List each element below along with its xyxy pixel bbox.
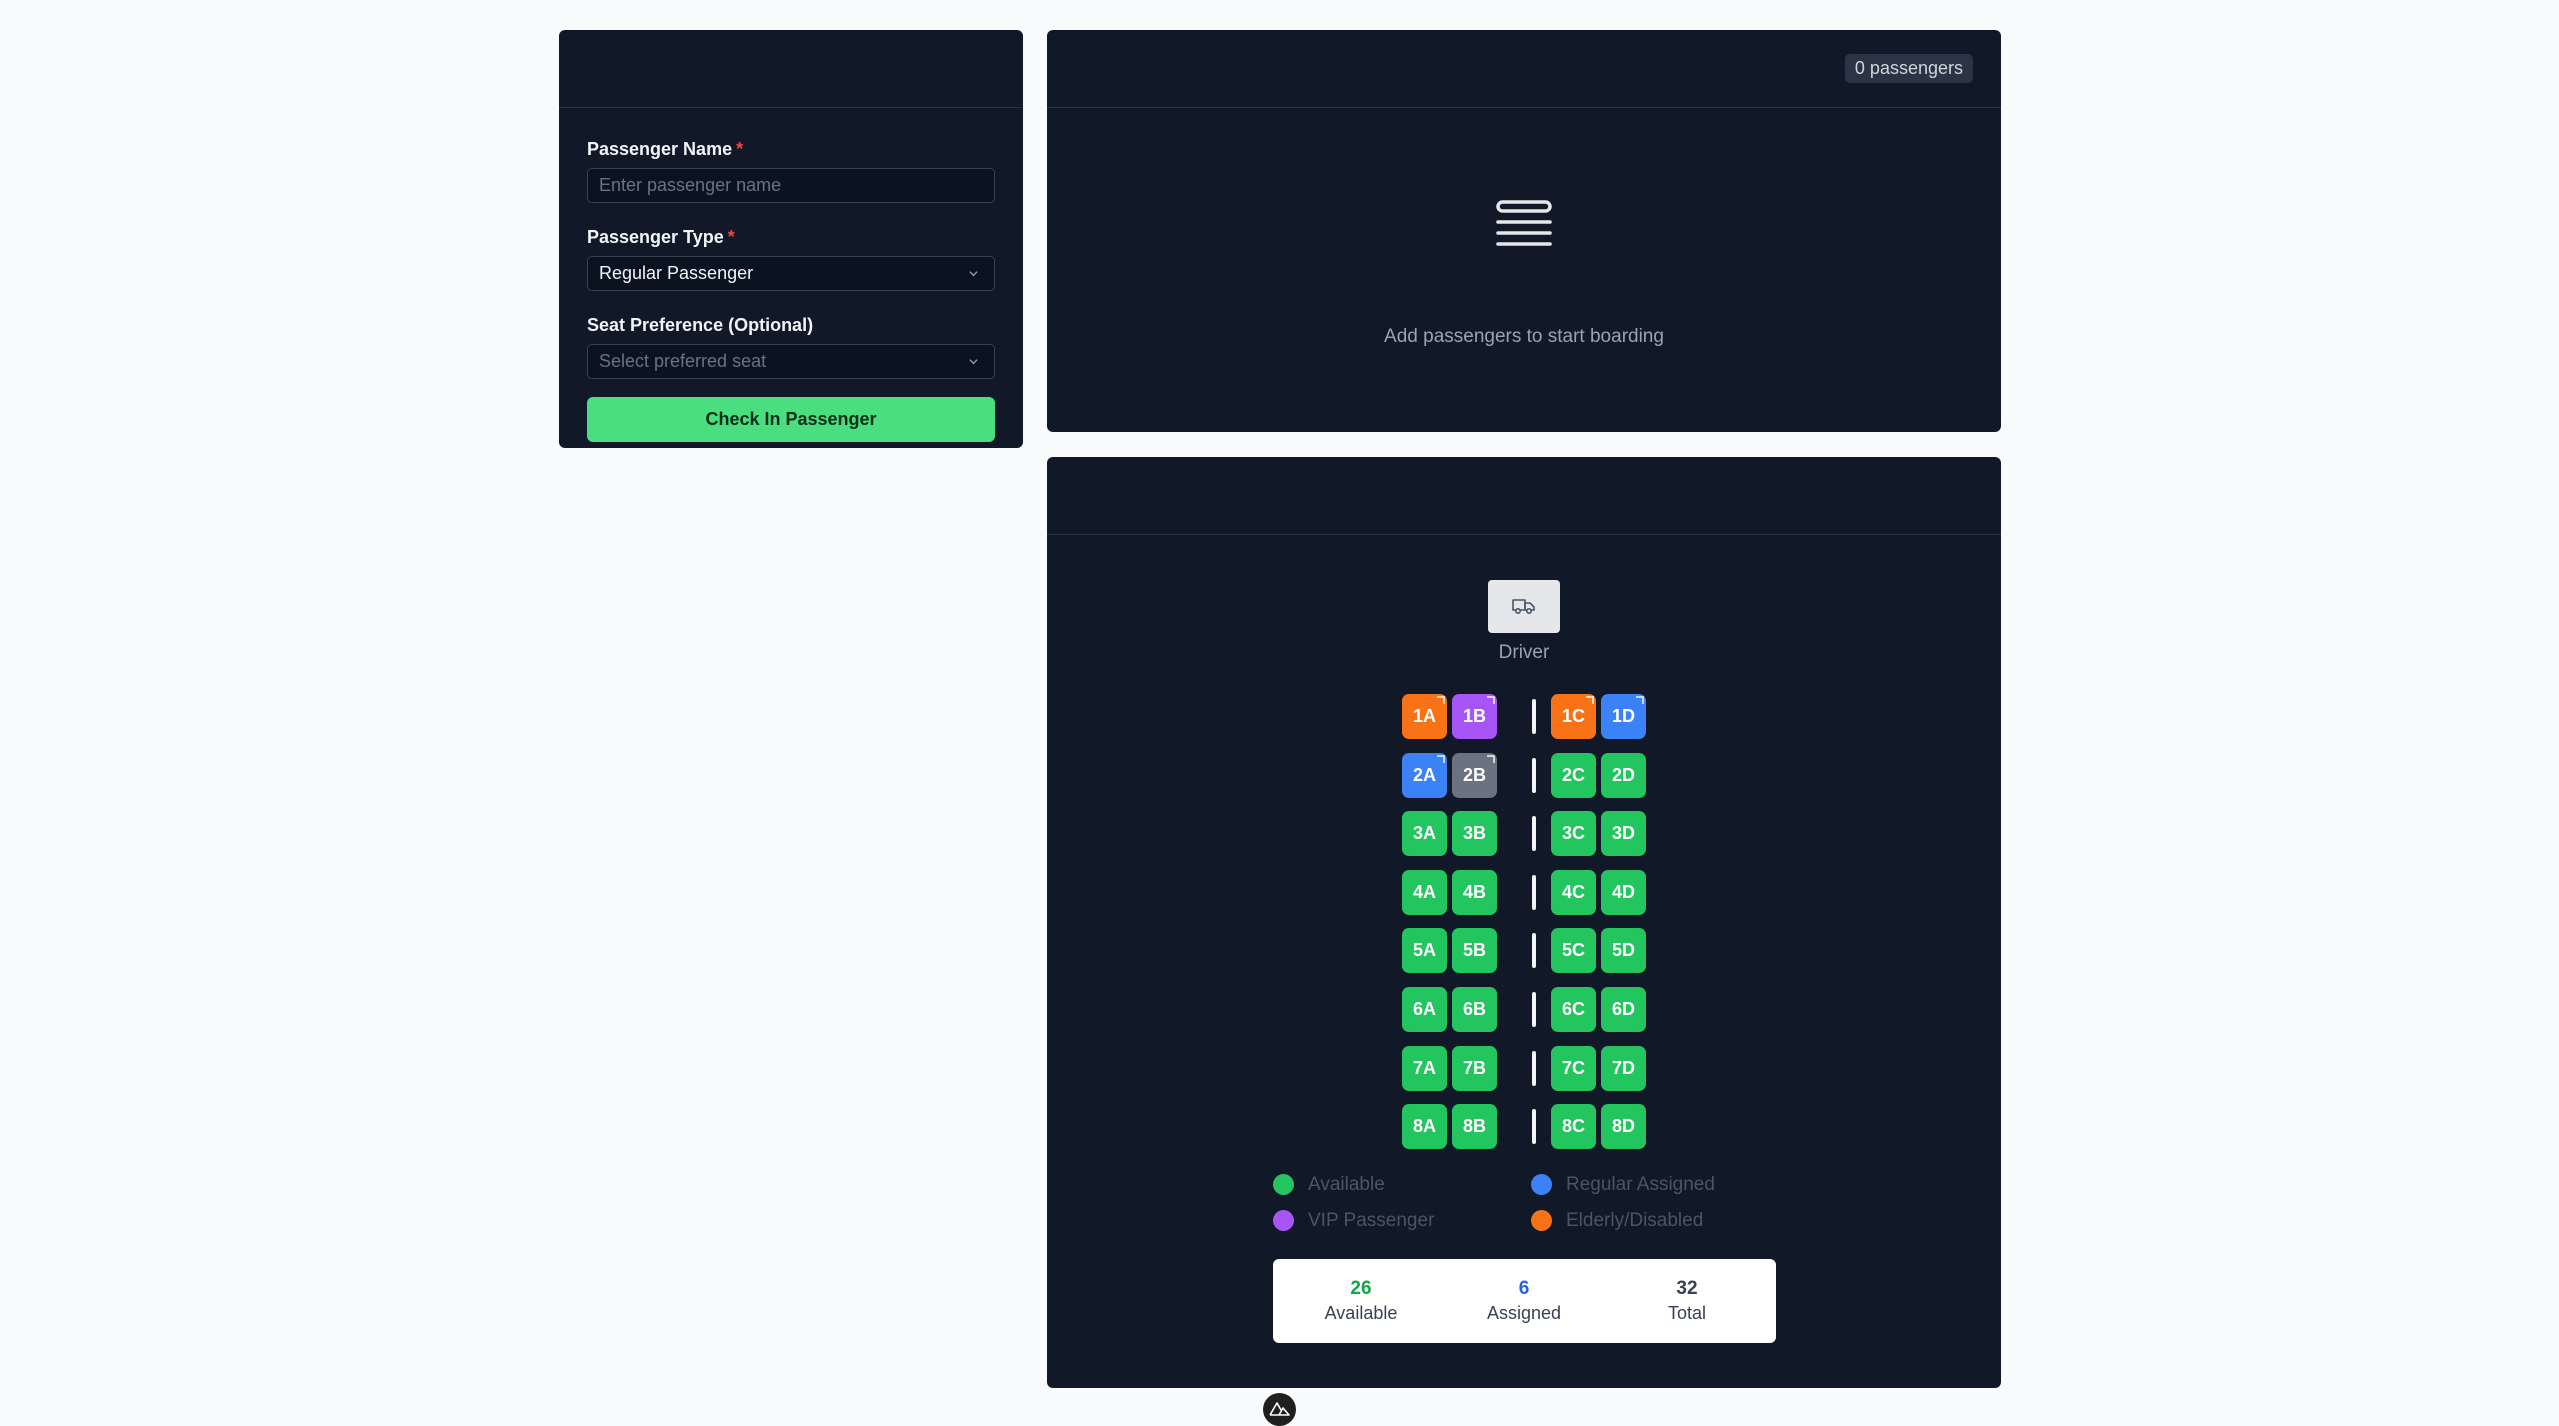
seat-6b[interactable]: 6B	[1452, 987, 1497, 1032]
assigned-label: Assigned	[1486, 1303, 1562, 1323]
seat-6a[interactable]: 6A	[1402, 987, 1447, 1032]
check-in-button[interactable]: Check In Passenger	[587, 397, 995, 442]
seat-3d[interactable]: 3D	[1601, 811, 1646, 856]
assigned-corner-marker	[1636, 696, 1644, 704]
seat-2c[interactable]: 2C	[1551, 753, 1596, 798]
seat-3b[interactable]: 3B	[1452, 811, 1497, 856]
seat-4a[interactable]: 4A	[1402, 870, 1447, 915]
seat-2d[interactable]: 2D	[1601, 753, 1646, 798]
seat-7b[interactable]: 7B	[1452, 1046, 1497, 1091]
chevron-down-icon	[969, 359, 978, 365]
passenger-type-label: Passenger Type	[587, 227, 724, 247]
seat-map-header	[1047, 457, 2001, 535]
stat-assigned: 6 Assigned	[1444, 1277, 1604, 1325]
seat-2b[interactable]: 2B	[1452, 753, 1497, 798]
passenger-name-placeholder: Enter passenger name	[599, 175, 782, 195]
seat-7d[interactable]: 7D	[1601, 1046, 1646, 1091]
aisle-divider	[1532, 1109, 1536, 1144]
aisle-divider	[1532, 758, 1536, 793]
seat-preference-placeholder: Select preferred seat	[599, 351, 767, 371]
nuxt-logo-icon[interactable]	[1263, 1393, 1296, 1426]
seat-stats: 26 Available 6 Assigned 32 Total	[1273, 1259, 1776, 1343]
total-count: 32	[1676, 1278, 1698, 1299]
assigned-corner-marker	[1437, 755, 1445, 763]
seat-8c[interactable]: 8C	[1551, 1104, 1596, 1149]
aisle-divider	[1532, 933, 1536, 968]
seat-preference-field: Seat Preference (Optional) Select prefer…	[587, 312, 995, 379]
stat-available: 26 Available	[1281, 1277, 1441, 1325]
passenger-count-badge: 0 passengers	[1844, 54, 1973, 83]
legend-available-dot	[1273, 1174, 1294, 1195]
assigned-corner-marker	[1487, 755, 1495, 763]
seat-3c[interactable]: 3C	[1551, 811, 1596, 856]
available-count: 26	[1350, 1278, 1372, 1299]
assigned-count: 6	[1518, 1278, 1530, 1299]
required-mark: *	[727, 227, 735, 247]
seat-preference-label: Seat Preference (Optional)	[587, 315, 814, 335]
seat-4c[interactable]: 4C	[1551, 870, 1596, 915]
seat-8b[interactable]: 8B	[1452, 1104, 1497, 1149]
assigned-corner-marker	[1437, 696, 1445, 704]
checkin-form-header	[559, 30, 1023, 108]
assigned-corner-marker	[1586, 696, 1594, 704]
seat-5d[interactable]: 5D	[1601, 928, 1646, 973]
stat-total: 32 Total	[1607, 1277, 1767, 1325]
passenger-name-field: Passenger Name * Enter passenger name	[587, 136, 995, 203]
legend-vip-dot	[1273, 1210, 1294, 1231]
driver-label: Driver	[1498, 642, 1550, 663]
aisle-divider	[1532, 699, 1536, 734]
driver-seat	[1488, 580, 1560, 633]
seat-6d[interactable]: 6D	[1601, 987, 1646, 1032]
boarding-queue-panel: 0 passengers Add passengers to start boa…	[1047, 30, 2001, 432]
passenger-type-field: Passenger Type * Regular Passenger	[587, 224, 995, 291]
total-label: Total	[1667, 1303, 1707, 1323]
assigned-corner-marker	[1487, 696, 1495, 704]
legend-elderly-label: Elderly/Disabled	[1566, 1210, 1704, 1231]
seat-6c[interactable]: 6C	[1551, 987, 1596, 1032]
aisle-divider	[1532, 1051, 1536, 1086]
empty-queue-message: Add passengers to start boarding	[1384, 326, 1664, 347]
aisle-divider	[1532, 875, 1536, 910]
legend-available-label: Available	[1308, 1174, 1385, 1195]
seat-3a[interactable]: 3A	[1402, 811, 1447, 856]
truck-icon	[1512, 599, 1535, 615]
passenger-type-select[interactable]: Regular Passenger	[587, 256, 995, 291]
seat-5a[interactable]: 5A	[1402, 928, 1447, 973]
passenger-name-label: Passenger Name	[587, 139, 733, 159]
seat-5b[interactable]: 5B	[1452, 928, 1497, 973]
legend-elderly-dot	[1531, 1210, 1552, 1231]
seat-7a[interactable]: 7A	[1402, 1046, 1447, 1091]
seat-1b[interactable]: 1B	[1452, 694, 1497, 739]
seat-map-panel: Driver 1A 1B 1C 1D 2A 2B 2C 2D 3A 3B 3C 3D 4A 4B 4C 4D 5…	[1047, 457, 2001, 1388]
seat-4b[interactable]: 4B	[1452, 870, 1497, 915]
available-label: Available	[1324, 1303, 1398, 1323]
seat-7c[interactable]: 7C	[1551, 1046, 1596, 1091]
seat-1d[interactable]: 1D	[1601, 694, 1646, 739]
list-lines-icon	[1496, 200, 1552, 246]
seat-8a[interactable]: 8A	[1402, 1104, 1447, 1149]
checkin-form-panel: Passenger Name * Enter passenger name Pas…	[559, 30, 1023, 448]
seat-2a[interactable]: 2A	[1402, 753, 1447, 798]
seat-preference-select[interactable]: Select preferred seat	[587, 344, 995, 379]
seat-1c[interactable]: 1C	[1551, 694, 1596, 739]
nuxt-logo-glyph	[1269, 1402, 1290, 1416]
passenger-type-value: Regular Passenger	[599, 263, 754, 283]
aisle-divider	[1532, 816, 1536, 851]
legend-vip-label: VIP Passenger	[1308, 1210, 1435, 1231]
legend-regular-dot	[1531, 1174, 1552, 1195]
chevron-down-icon	[969, 271, 978, 277]
aisle-divider	[1532, 992, 1536, 1027]
boarding-queue-header: 0 passengers	[1047, 30, 2001, 108]
passenger-name-input[interactable]: Enter passenger name	[587, 168, 995, 203]
seat-5c[interactable]: 5C	[1551, 928, 1596, 973]
legend-regular-label: Regular Assigned	[1566, 1174, 1715, 1195]
seat-4d[interactable]: 4D	[1601, 870, 1646, 915]
seat-1a[interactable]: 1A	[1402, 694, 1447, 739]
seat-8d[interactable]: 8D	[1601, 1104, 1646, 1149]
required-mark: *	[736, 139, 744, 159]
